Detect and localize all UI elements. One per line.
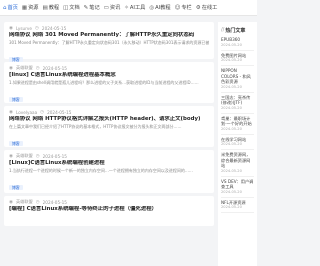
post-card[interactable]: ◉ 英雄联盟 ◷ 2024-05-15 [Linux]C语言Linux系统编程创建进程 1… [4,150,214,193]
post-card[interactable]: ◉ Lysurve ◷ 2024-05-15 网络协议 网络 301 Moved Per… [4,22,214,62]
post-author[interactable]: 英雄联盟 [16,65,33,71]
tools-icon: ⚙ [195,4,201,11]
post-card[interactable]: ◉ Lovelyaaa ◷ 2024-05-15 网络协议 网络 HTTP协议格式详解之… [4,106,214,147]
nav-item-note[interactable]: ✎ 笔记 [83,4,100,12]
post-excerpt: 1.如果进程是由shell调用就是孤儿进程吗？那么进程的父子关系…获取进程的ID… [9,80,199,85]
post-card[interactable]: ◉ 英雄联盟 ◷ 2024-05-15 [编程] C语言Linux系统编程-等待终止的子… [4,196,214,226]
grid-icon: ▦ [21,4,28,11]
sidebar-item-date: 2024-05-20 [221,142,254,150]
sidebar-list: EPUB360 2024-05-20 免费图片网站 2024-05-20 NIPPON … [221,37,254,213]
nav-item-label: 资讯 [109,5,121,11]
sidebar-item-title[interactable]: NIPPON COLORS - 和风色彩资源 [221,68,254,85]
sidebar-item-title[interactable]: 三国志：亮杀传(修改)(JTF) [221,95,254,106]
clock-icon: ◷ [35,153,40,159]
sidebar-item-date: 2024-05-20 [221,106,254,114]
book-icon: ▤ [42,4,48,11]
post-meta: ◉ 英雄联盟 ◷ 2024-05-15 [9,199,209,205]
clock-icon: ◷ [35,65,40,71]
post-author[interactable]: Lysurve [16,26,32,31]
nav-item-label: 首页 [7,5,18,11]
sidebar-heading: // 热门文章 [221,25,254,35]
sidebar-item-title[interactable]: 米免费资源网，综合最新资源网站 [221,152,254,169]
nav-item-chat[interactable]: ◎ AI教程 [149,4,171,12]
nav-item-label: 文档 [69,5,80,11]
nav-item-home[interactable]: ⌂ 首页 [3,4,18,12]
post-date: 2024-05-15 [47,109,72,115]
sidebar-item-title[interactable]: VS DEV：用户调查工具 [221,179,254,190]
sidebar: // 热门文章 EPUB360 2024-05-20 免费图片网站 2024-05-2… [218,22,257,266]
nav-item-user[interactable]: ☺ 专栏 [174,4,192,12]
nav-item-label: 专栏 [181,5,192,11]
clock-icon: ◷ [34,25,39,31]
post-card[interactable]: ◉ 英雄联盟 ◷ 2024-05-15 [linux] C语言Linux系统编程进程基本… [4,62,214,103]
post-date: 2024-05-15 [42,153,67,159]
nav-item-label: 在线工 [201,5,218,11]
doc-icon: ◫ [63,4,69,11]
nav-item-label: AI工具 [129,5,146,11]
nav-item-label: 笔记 [89,5,100,11]
user-icon: ☺ [174,4,181,11]
post-tag[interactable]: 博客 [9,56,23,62]
note-icon: ✎ [83,4,89,11]
post-author[interactable]: 英雄联盟 [16,153,33,159]
post-tag[interactable]: 博客 [9,96,23,102]
sidebar-item-date: 2024-05-20 [221,85,254,93]
post-title[interactable]: [编程] C语言Linux系统编程-等待终止的子进程（僵死进程） [9,206,209,213]
post-excerpt: 1.当执行进程一个进程的时候一个新一的独立内存空间…一个进程拥有独立的内存空间以… [9,168,193,173]
post-meta: ◉ 英雄联盟 ◷ 2024-05-15 [9,153,209,159]
user-avatar-icon: ◉ [9,153,13,159]
home-icon: ⌂ [3,4,7,11]
post-title[interactable]: 网络协议 网络 HTTP协议格式详解之报头(HTTP header)、请求正文(… [9,116,209,123]
post-author[interactable]: Lovelyaaa [16,110,37,115]
clock-icon: ◷ [40,109,45,115]
post-meta: ◉ Lysurve ◷ 2024-05-15 [9,25,209,31]
post-date: 2024-05-15 [41,25,67,31]
nav-item-doc[interactable]: ◫ 文档 [63,4,80,12]
sidebar-item-date: 2024-05-20 [221,43,254,51]
nav-item-ai[interactable]: ✧ AI工具 [124,4,146,12]
chat-icon: ◎ [149,4,155,11]
post-excerpt: 在上篇文章中我们已经介绍了HTTP协议的基本格式，HTTP协议报文被分为报头和正… [9,124,182,129]
post-author[interactable]: 英雄联盟 [16,199,33,205]
ai-icon: ✧ [124,4,129,11]
sidebar-item-date: 2024-05-20 [221,127,254,135]
user-avatar-icon: ◉ [9,25,13,31]
nav-item-label: 教程 [48,5,60,11]
news-icon: ▭ [103,4,109,11]
post-title[interactable]: 网络协议 网络 301 Moved Permanently：了解HTTP永久重定… [9,32,209,39]
sidebar-item-date: 2024-05-20 [221,58,254,66]
post-title[interactable]: [linux] C语言Linux系统编程进程基本概念 [9,72,209,79]
nav-item-label: AI教程 [155,5,171,11]
clock-icon: ◷ [35,199,40,205]
post-meta: ◉ 英雄联盟 ◷ 2024-05-15 [9,65,209,71]
top-navigation: ⌂ 首页 ▦ 资源 ▤ 教程 ◫ 文档 ✎ 笔记 ▭ 资讯 ✧ AI工具 ◎ AI教程 ☺ 专栏 ⚙ 在线工 [0,0,257,16]
sidebar-heading-label: 热门文章 [225,27,246,34]
nav-item-tools[interactable]: ⚙ 在线工 [195,4,218,12]
post-excerpt: 301 Moved Permanently：了解HTTP永久重定向状态码301（… [9,40,209,45]
post-date: 2024-05-15 [42,65,67,71]
post-meta: ◉ Lovelyaaa ◷ 2024-05-15 [9,109,209,115]
nav-item-label: 资源 [28,5,39,11]
user-avatar-icon: ◉ [9,109,13,115]
post-title[interactable]: [Linux]C语言Linux系统编程创建进程 [9,160,209,167]
sidebar-item-date: 2024-05-20 [221,190,254,198]
post-tag[interactable]: 博客 [9,184,23,190]
post-date: 2024-05-15 [42,199,67,205]
sidebar-item-date: 2024-05-20 [221,205,254,213]
user-avatar-icon: ◉ [9,199,13,205]
nav-item-book[interactable]: ▤ 教程 [42,4,60,12]
user-avatar-icon: ◉ [9,65,13,71]
post-tag[interactable]: 博客 [9,140,23,146]
sidebar-item-date: 2024-05-20 [221,169,254,177]
hash-icon: // [221,27,225,33]
nav-item-grid[interactable]: ▦ 资源 [21,4,39,12]
nav-item-news[interactable]: ▭ 资讯 [103,4,121,12]
sidebar-item-title[interactable]: 鸢巢：最职场计划·一个好的开始 [221,116,254,127]
